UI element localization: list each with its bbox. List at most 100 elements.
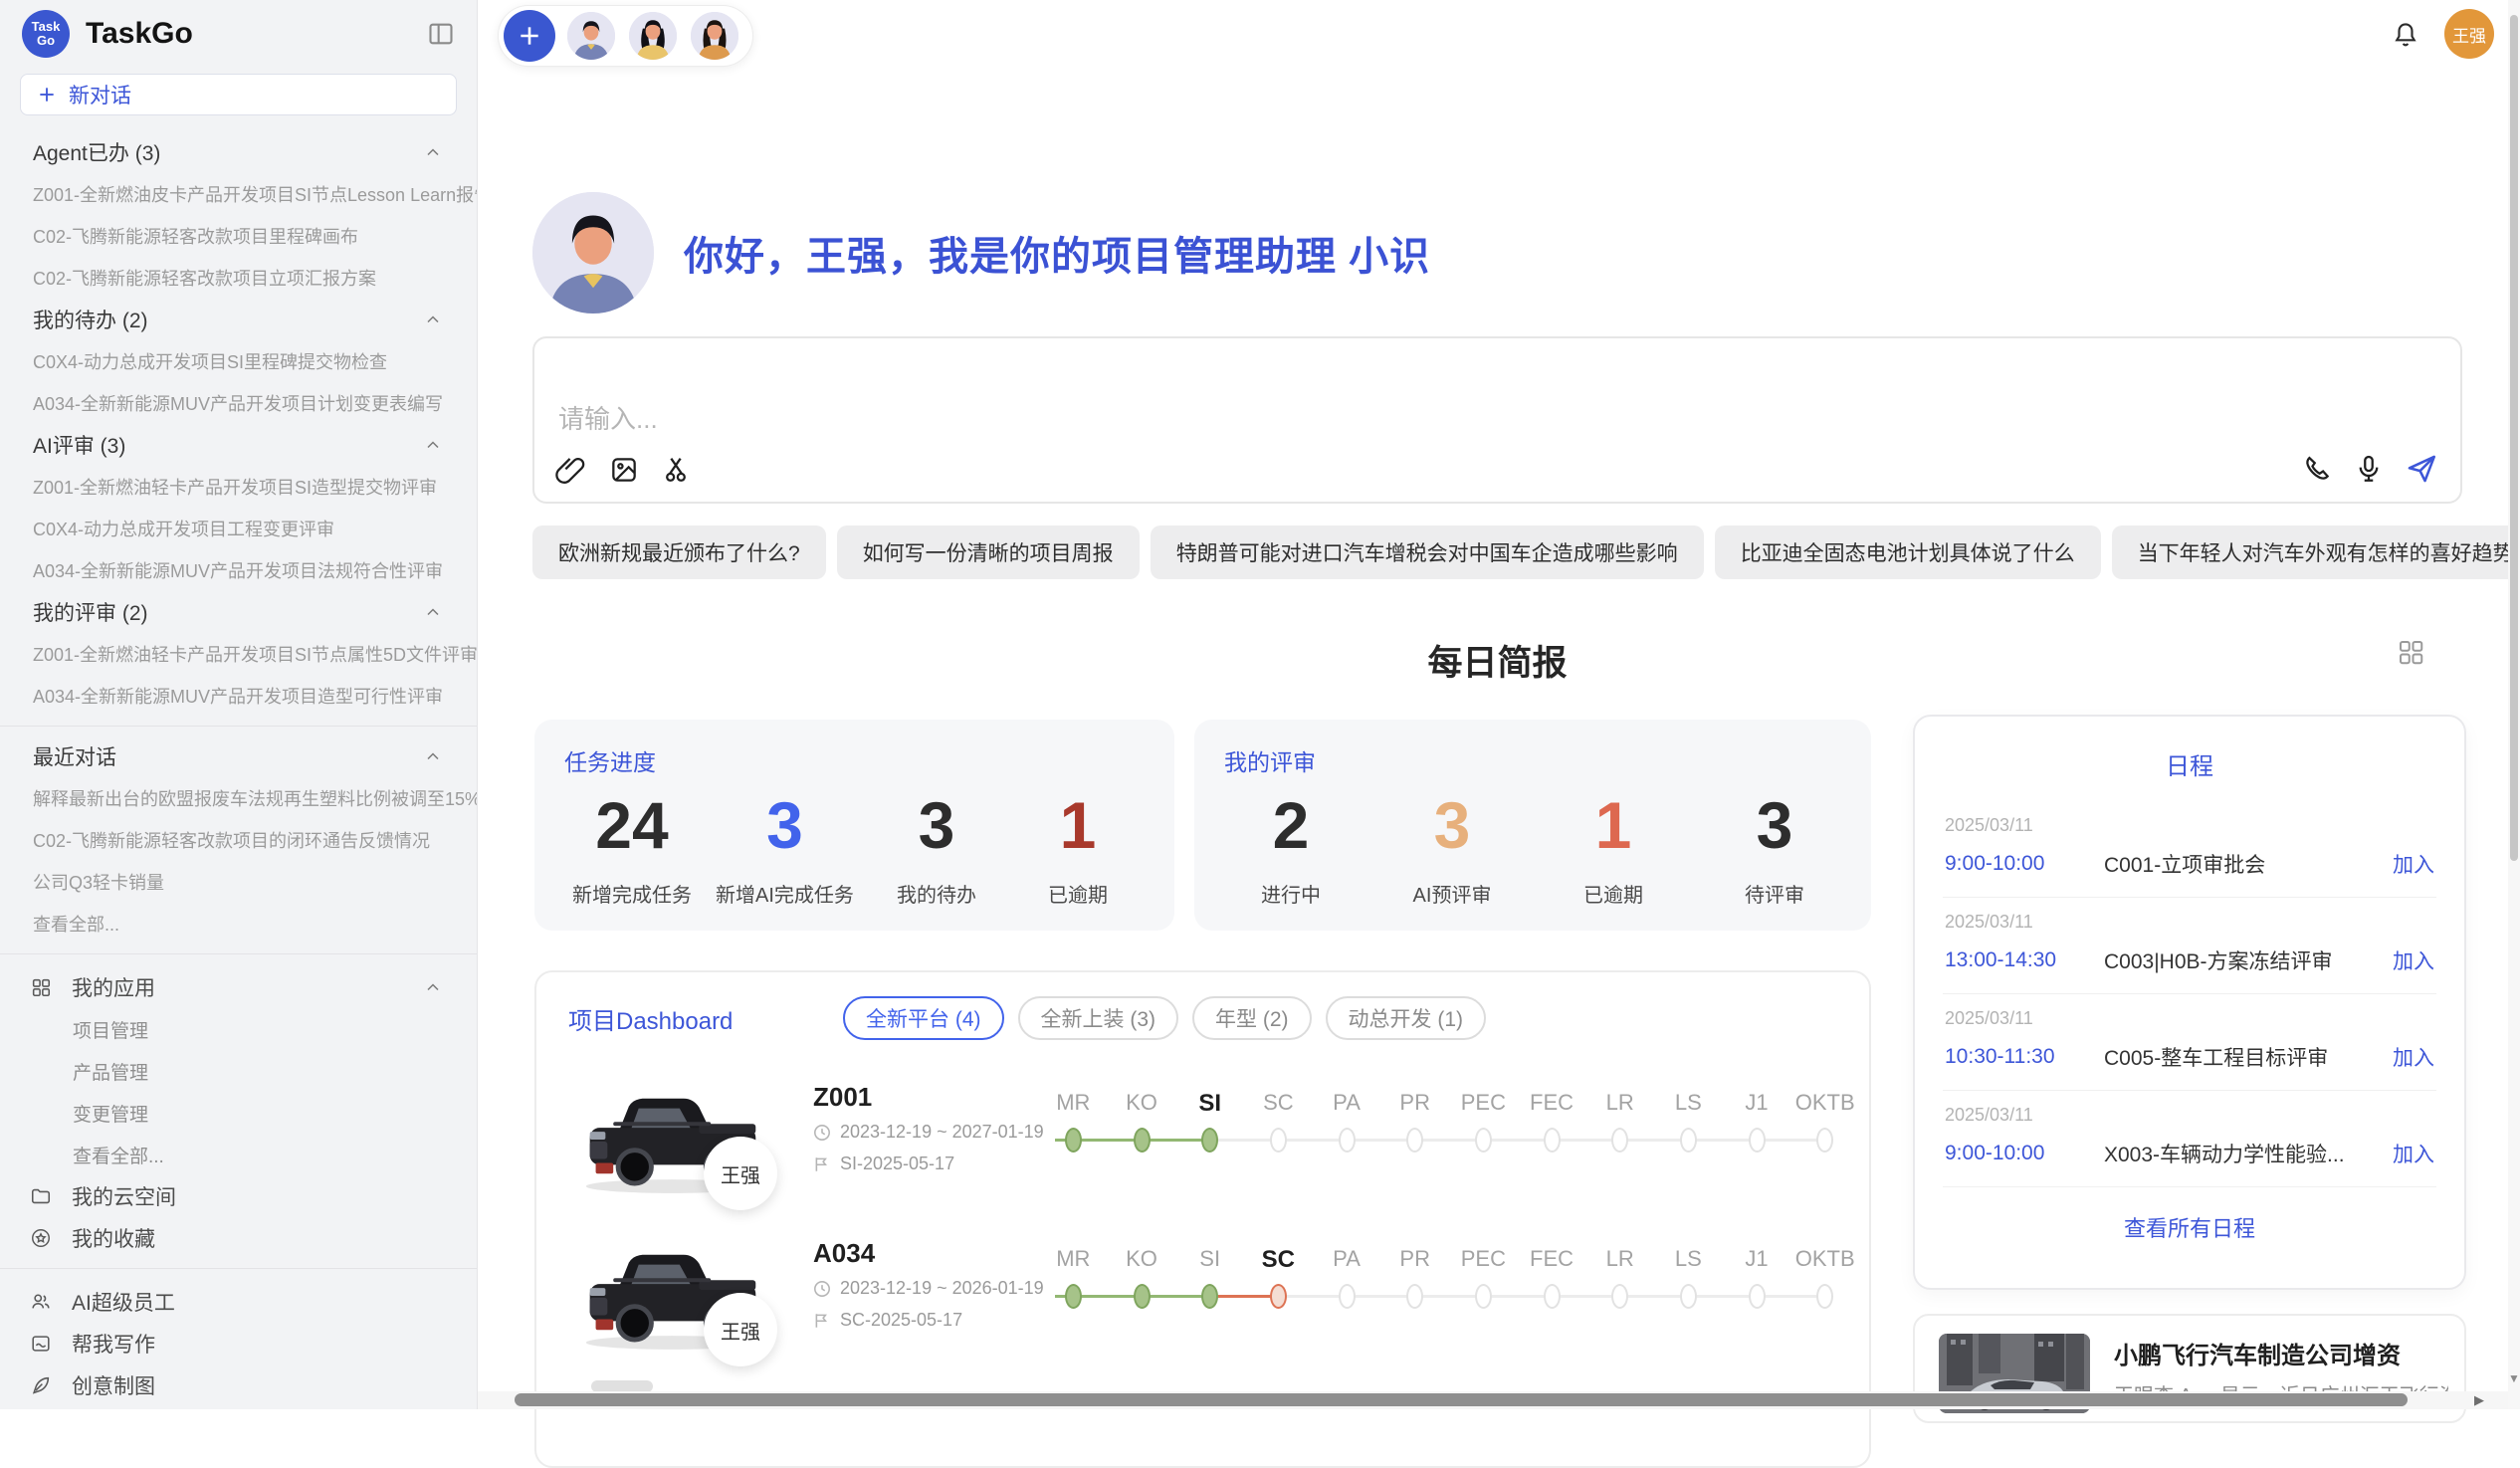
list-item[interactable]: Z001-全新燃油皮卡产品开发项目SI节点Lesson Learn报告 [0, 173, 477, 215]
project-row[interactable]: 王强 A034 2023-12-19 ~ 2026-01-19 SC-2025-… [536, 1216, 1869, 1372]
sidebar-item-my-apps[interactable]: 我的应用 [0, 966, 477, 1008]
milestone-dot[interactable] [1518, 1284, 1586, 1310]
stat-my-todo[interactable]: 3 我的待办 [878, 789, 995, 908]
schedule-time: 13:00-14:30 [1945, 948, 2104, 972]
milestone-dot[interactable] [1175, 1128, 1244, 1153]
list-item[interactable]: A034-全新新能源MUV产品开发项目造型可行性评审 [0, 675, 477, 717]
list-item[interactable]: C02-飞腾新能源轻客改款项目立项汇报方案 [0, 257, 477, 299]
tab-model-year[interactable]: 年型 (2) [1192, 996, 1312, 1040]
horizontal-scrollbar-thumb[interactable] [515, 1393, 2408, 1406]
avatar[interactable] [689, 10, 740, 62]
sidebar-item-project-mgmt[interactable]: 项目管理 [0, 1008, 477, 1050]
section-ai-review[interactable]: AI评审 (3) [0, 424, 477, 466]
list-item[interactable]: C02-飞腾新能源轻客改款项目里程碑画布 [0, 215, 477, 257]
milestone-dot[interactable] [1039, 1284, 1108, 1310]
view-all-apps[interactable]: 查看全部... [0, 1134, 477, 1175]
image-upload-icon[interactable] [608, 454, 640, 486]
suggestion-chip[interactable]: 如何写一份清晰的项目周报 [837, 525, 1140, 579]
add-agent-button[interactable] [504, 10, 555, 62]
suggestion-chip[interactable]: 特朗普可能对进口汽车增税会对中国车企造成哪些影响 [1151, 525, 1704, 579]
milestone-dot[interactable] [1039, 1128, 1108, 1153]
attach-file-icon[interactable] [554, 454, 586, 486]
milestone-dot[interactable] [1449, 1284, 1518, 1310]
avatar[interactable] [565, 10, 617, 62]
tab-new-platform[interactable]: 全新平台 (4) [843, 996, 1004, 1040]
stat-pending-review[interactable]: 3 待评审 [1716, 789, 1833, 908]
join-meeting-link[interactable]: 加入 [2393, 1042, 2434, 1072]
milestone-dot[interactable] [1313, 1284, 1381, 1310]
section-recent-chats[interactable]: 最近对话 [0, 735, 477, 777]
list-item[interactable]: C02-飞腾新能源轻客改款项目的闭环通告反馈情况 [0, 819, 477, 861]
stat-overdue[interactable]: 1 已逾期 [1019, 789, 1137, 908]
milestone-dot[interactable] [1380, 1128, 1449, 1153]
milestone-dot[interactable] [1313, 1128, 1381, 1153]
view-all-schedule-link[interactable]: 查看所有日程 [1915, 1211, 2464, 1243]
suggestion-chip[interactable]: 当下年轻人对汽车外观有怎样的喜好趋势 [2112, 525, 2520, 579]
stat-ai-prereview[interactable]: 3 AI预评审 [1393, 789, 1511, 908]
vertical-scrollbar-thumb[interactable] [2510, 15, 2518, 861]
sidebar-item-favorites[interactable]: 我的收藏 [0, 1217, 477, 1259]
notifications-bell-icon[interactable] [2391, 20, 2420, 50]
project-row[interactable]: 王强 Z001 2023-12-19 ~ 2027-01-19 SI-2025-… [536, 1060, 1869, 1216]
user-avatar[interactable]: 王强 [2444, 9, 2494, 59]
list-item[interactable]: Z001-全新燃油轻卡产品开发项目SI节点属性5D文件评审 [0, 633, 477, 675]
suggestion-chip[interactable]: 比亚迪全固态电池计划具体说了什么 [1715, 525, 2101, 579]
tab-new-body[interactable]: 全新上装 (3) [1018, 996, 1179, 1040]
milestone-dot[interactable] [1585, 1128, 1654, 1153]
milestone-dot[interactable] [1380, 1284, 1449, 1310]
milestone-dot[interactable] [1790, 1284, 1859, 1310]
scroll-down-arrow-icon[interactable]: ▼ [2508, 1371, 2520, 1385]
stat-in-progress[interactable]: 2 进行中 [1232, 789, 1350, 908]
microphone-icon[interactable] [2353, 453, 2385, 485]
list-item[interactable]: Z001-全新燃油轻卡产品开发项目SI造型提交物评审 [0, 466, 477, 508]
join-meeting-link[interactable]: 加入 [2393, 1139, 2434, 1168]
suggestion-chip[interactable]: 欧洲新规最近颁布了什么? [532, 525, 826, 579]
sidebar-item-change-mgmt[interactable]: 变更管理 [0, 1092, 477, 1134]
milestone-dot-overdue[interactable] [1244, 1284, 1313, 1310]
milestone-dot[interactable] [1654, 1128, 1723, 1153]
milestone-dot[interactable] [1175, 1284, 1244, 1310]
stat-new-done[interactable]: 24 新增完成任务 [572, 789, 692, 908]
milestone-dot[interactable] [1654, 1284, 1723, 1310]
scroll-right-arrow-icon[interactable]: ▶ [2474, 1392, 2484, 1408]
list-item[interactable]: A034-全新新能源MUV产品开发项目法规符合性评审 [0, 549, 477, 591]
list-item[interactable]: 公司Q3轻卡销量 [0, 861, 477, 903]
milestone-dot[interactable] [1108, 1128, 1176, 1153]
layout-grid-icon[interactable] [2396, 637, 2425, 667]
sidebar-item-ai-employee[interactable]: AI超级员工 [0, 1281, 477, 1323]
collapse-sidebar-icon[interactable] [427, 20, 455, 48]
milestone-dot[interactable] [1723, 1284, 1791, 1310]
stat-review-overdue[interactable]: 1 已逾期 [1555, 789, 1672, 908]
list-item[interactable]: A034-全新新能源MUV产品开发项目计划变更表编写 [0, 382, 477, 424]
milestone-dot[interactable] [1518, 1128, 1586, 1153]
section-my-todo[interactable]: 我的待办 (2) [0, 299, 477, 340]
milestone-dot[interactable] [1108, 1284, 1176, 1310]
milestone-dot[interactable] [1723, 1128, 1791, 1153]
sidebar-item-creative-draw[interactable]: 创意制图 [0, 1364, 477, 1406]
tab-powertrain[interactable]: 动总开发 (1) [1326, 996, 1487, 1040]
avatar[interactable] [627, 10, 679, 62]
sidebar-item-help-write[interactable]: 帮我写作 [0, 1323, 477, 1364]
list-item[interactable]: C0X4-动力总成开发项目工程变更评审 [0, 508, 477, 549]
message-composer [532, 336, 2462, 504]
phone-call-icon[interactable] [2301, 453, 2333, 485]
view-all-chats[interactable]: 查看全部... [0, 903, 477, 944]
section-agent-done[interactable]: Agent已办 (3) [0, 131, 477, 173]
list-item[interactable]: C0X4-动力总成开发项目SI里程碑提交物检查 [0, 340, 477, 382]
sidebar-item-product-mgmt[interactable]: 产品管理 [0, 1050, 477, 1092]
message-input[interactable] [558, 404, 2051, 435]
app-logo[interactable]: Task Go [22, 10, 70, 58]
milestone-dot[interactable] [1790, 1128, 1859, 1153]
join-meeting-link[interactable]: 加入 [2393, 849, 2434, 879]
list-item[interactable]: 解释最新出台的欧盟报废车法规再生塑料比例被调至15%... [0, 777, 477, 819]
scissors-icon[interactable] [662, 454, 694, 486]
join-meeting-link[interactable]: 加入 [2393, 945, 2434, 975]
milestone-dot[interactable] [1585, 1284, 1654, 1310]
milestone-dot[interactable] [1449, 1128, 1518, 1153]
sidebar-item-cloud-space[interactable]: 我的云空间 [0, 1175, 477, 1217]
send-message-icon[interactable] [2405, 452, 2438, 486]
section-my-review[interactable]: 我的评审 (2) [0, 591, 477, 633]
stat-ai-done[interactable]: 3 新增AI完成任务 [716, 789, 854, 908]
milestone-dot[interactable] [1244, 1128, 1313, 1153]
new-chat-button[interactable]: 新对话 [20, 74, 457, 115]
